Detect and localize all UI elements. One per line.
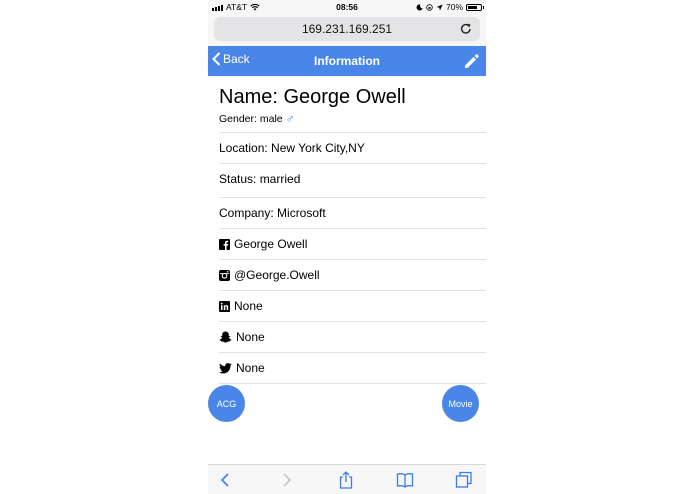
lock-rotation-icon (426, 3, 433, 11)
instagram-row[interactable]: @George.Owell (219, 259, 486, 290)
instagram-text: @George.Owell (234, 268, 320, 282)
location-text: Location: New York City,NY (219, 141, 365, 155)
address-bar[interactable]: 169.231.169.251 (214, 17, 480, 41)
instagram-icon (219, 269, 230, 281)
battery-percent: 70% (445, 2, 463, 12)
browser-toolbar (208, 464, 486, 494)
moon-icon (416, 3, 423, 10)
gender-label: Gender: male (219, 113, 283, 125)
company-row: Company: Microsoft (219, 197, 486, 228)
facebook-row[interactable]: George Owell (219, 228, 486, 259)
divider (219, 383, 486, 384)
tabs-icon[interactable] (455, 471, 473, 489)
twitter-text: None (236, 361, 265, 375)
linkedin-icon (219, 300, 230, 312)
snapchat-text: None (236, 330, 265, 344)
profile-gender: Gender: male ♂ (219, 112, 295, 126)
facebook-text: George Owell (234, 237, 308, 251)
browser-address-area: 169.231.169.251 (208, 14, 486, 46)
nav-bar: Back Information (208, 46, 486, 76)
linkedin-row[interactable]: None (219, 290, 486, 321)
back-arrow-icon[interactable] (217, 471, 235, 489)
phone-screen: AT&T 08:56 70% 169.231.169.251 Back Info… (208, 0, 486, 494)
forward-arrow-icon[interactable] (277, 471, 295, 489)
company-text: Company: Microsoft (219, 206, 326, 220)
snapchat-row[interactable]: None (219, 321, 486, 352)
status-row: Status: married (219, 163, 486, 194)
linkedin-text: None (234, 299, 263, 313)
facebook-icon (219, 238, 230, 250)
twitter-icon (219, 362, 232, 373)
acg-button[interactable]: ACG (208, 385, 245, 422)
status-bar: AT&T 08:56 70% (208, 0, 486, 14)
profile-name: Name: George Owell (219, 86, 406, 108)
twitter-row[interactable]: None (219, 352, 486, 383)
share-icon[interactable] (337, 471, 355, 489)
bookmarks-icon[interactable] (396, 471, 414, 489)
location-row: Location: New York City,NY (219, 132, 486, 163)
male-icon: ♂ (285, 112, 295, 126)
url-text[interactable]: 169.231.169.251 (214, 22, 480, 36)
page-title: Information (314, 54, 380, 68)
snapchat-icon (219, 331, 232, 343)
status-text: Status: married (219, 172, 301, 186)
location-icon (436, 3, 443, 11)
reload-icon[interactable] (458, 21, 474, 37)
battery-icon (466, 3, 484, 11)
pencil-icon[interactable] (463, 52, 481, 70)
movie-button[interactable]: Movie (442, 385, 479, 422)
